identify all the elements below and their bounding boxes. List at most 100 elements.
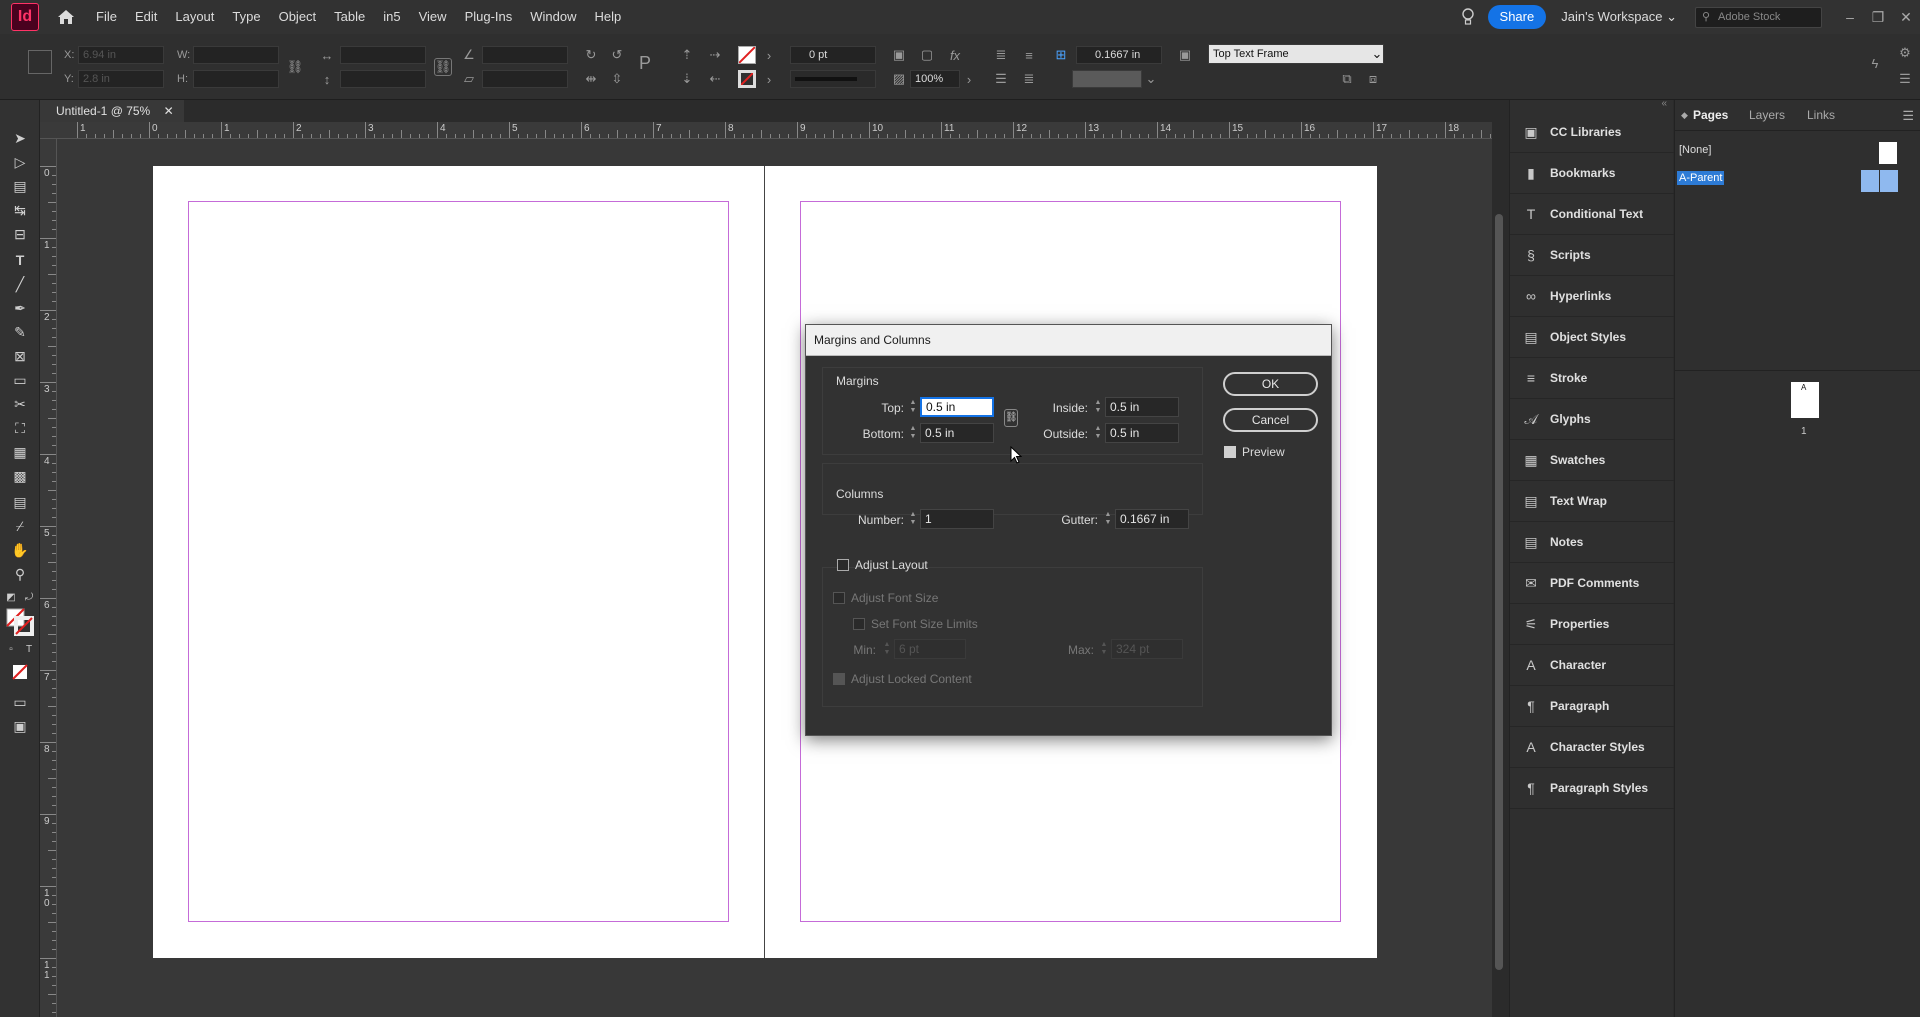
x-field[interactable]: 6.94 in (78, 46, 164, 64)
close-tab-icon[interactable]: ✕ (164, 104, 174, 118)
parent-a-thumb-right[interactable] (1880, 170, 1898, 192)
fill-menu-icon[interactable]: › (760, 46, 778, 64)
menu-file[interactable]: File (87, 0, 126, 34)
flip-horizontal-icon[interactable]: ⇹ (582, 70, 600, 88)
columns-fill-field[interactable] (1072, 70, 1142, 88)
formatting-text-icon[interactable]: T (22, 642, 36, 656)
top-field[interactable]: 0.5 in (920, 397, 994, 417)
selection-tool-icon[interactable]: ➤ (10, 128, 30, 148)
rectangle-frame-tool-icon[interactable]: ⊠ (10, 346, 30, 366)
tab-links[interactable]: Links (1807, 108, 1835, 122)
opacity-arrow-icon[interactable]: › (960, 70, 978, 88)
horizontal-ruler[interactable]: 1 0 1 2 3 4 5 6 7 8 9 10 11 12 13 14 15 16 17 18 (40, 122, 1492, 139)
text-frame-style-dropdown-icon[interactable]: ⌄ (1368, 45, 1386, 63)
adjust-locked-content-checkbox[interactable] (833, 673, 845, 685)
gradient-feather-tool-icon[interactable]: ▩ (10, 466, 30, 486)
menu-in5[interactable]: in5 (374, 0, 409, 34)
ok-button[interactable]: OK (1223, 372, 1318, 396)
app-logo[interactable]: Id (11, 3, 39, 31)
zoom-tool-icon[interactable]: ⚲ (10, 564, 30, 584)
vertical-ruler[interactable]: 0 1 2 3 4 5 6 7 8 9 1 0 1 1 (40, 139, 57, 1017)
scale-x-field[interactable] (340, 46, 426, 64)
lightning-icon[interactable]: ϟ (1866, 54, 1884, 72)
home-icon[interactable] (55, 6, 77, 28)
outside-spinner-arrows[interactable]: ▲ ▼ (1091, 423, 1105, 443)
free-transform-tool-icon[interactable]: ⛶ (10, 418, 30, 438)
hand-tool-icon[interactable]: ✋ (10, 540, 30, 560)
type-tool-icon[interactable]: T (10, 250, 30, 270)
gradient-swatch-tool-icon[interactable]: ▦ (10, 442, 30, 462)
reference-point-icon[interactable] (28, 50, 52, 74)
menu-type[interactable]: Type (223, 0, 269, 34)
pen-tool-icon[interactable]: ✒ (10, 298, 30, 318)
line-tool-icon[interactable]: ╱ (10, 274, 30, 294)
top-spinner-arrows[interactable]: ▲ ▼ (906, 397, 920, 417)
text-frame-icon[interactable]: P (636, 53, 654, 73)
panel-item-paragraph[interactable]: ¶ Paragraph (1510, 686, 1674, 727)
apply-none-icon[interactable] (10, 662, 30, 682)
align-top-icon[interactable]: ≣ (992, 46, 1010, 64)
gutter-dialog-field[interactable]: 0.1667 in (1115, 509, 1189, 529)
parent-none-thumb[interactable] (1879, 142, 1897, 164)
inside-spinner-arrows[interactable]: ▲ ▼ (1091, 397, 1105, 417)
eyedropper-tool-icon[interactable]: ⌿ (10, 516, 30, 536)
workspace-switcher[interactable]: Jain's Workspace ⌄ (1561, 9, 1677, 25)
menu-table[interactable]: Table (325, 0, 374, 34)
tab-pages[interactable]: Pages (1693, 108, 1728, 122)
panel-item-stroke[interactable]: ≡ Stroke (1510, 358, 1674, 399)
scale-y-icon[interactable]: ↕ (318, 70, 336, 88)
stroke-swatch-icon[interactable] (738, 70, 756, 88)
link-icon[interactable]: ⛓ (434, 58, 452, 76)
scale-x-icon[interactable]: ↔ (318, 46, 336, 64)
panel-item-glyphs[interactable]: 𝒜 Glyphs (1510, 399, 1674, 440)
direct-selection-tool-icon[interactable]: ▷ (10, 152, 30, 172)
panel-item-notes[interactable]: ▤ Notes (1510, 522, 1674, 563)
bottom-field[interactable]: 0.5 in (920, 423, 994, 443)
select-content-icon[interactable]: ⇣ (678, 70, 696, 88)
bottom-spinner-arrows[interactable]: ▲ ▼ (906, 423, 920, 443)
pencil-tool-icon[interactable]: ✎ (10, 322, 30, 342)
close-window-icon[interactable]: ✕ (1892, 9, 1920, 26)
stroke-menu-icon[interactable]: › (760, 70, 778, 88)
lightbulb-icon[interactable] (1458, 7, 1478, 27)
minimize-icon[interactable]: – (1836, 9, 1864, 25)
panel-item-object-styles[interactable]: ▤ Object Styles (1510, 317, 1674, 358)
page-1-thumbnail[interactable]: A (1791, 382, 1819, 418)
scroll-thumb[interactable] (1495, 214, 1503, 970)
auto-size-icon[interactable]: ▣ (1176, 46, 1194, 64)
parent-a-thumb-left[interactable] (1861, 170, 1879, 192)
rotate-field[interactable] (482, 46, 568, 64)
text-frame-style-select[interactable]: Top Text Frame (1208, 44, 1384, 64)
settings-gear-icon[interactable]: ⚙ (1896, 44, 1914, 62)
panel-item-properties[interactable]: ⚟ Properties (1510, 604, 1674, 645)
frame-fitting-icon[interactable]: ⧈ (1364, 70, 1382, 88)
parent-none-label[interactable]: [None] (1679, 144, 1711, 156)
gap-tool-icon[interactable]: ↹ (10, 200, 30, 220)
page-tool-icon[interactable]: ▤ (10, 176, 30, 196)
menu-layout[interactable]: Layout (166, 0, 223, 34)
select-prev-icon[interactable]: ⇠ (706, 70, 724, 88)
document-tab[interactable]: Untitled-1 @ 75% ✕ (40, 100, 184, 122)
collapse-dock-icon[interactable]: « (1661, 98, 1667, 109)
number-spinner-arrows[interactable]: ▲ ▼ (906, 509, 920, 529)
min-spinner-arrows[interactable]: ▲ ▼ (880, 639, 894, 659)
inside-field[interactable]: 0.5 in (1105, 397, 1179, 417)
flip-vertical-icon[interactable]: ⇳ (608, 70, 626, 88)
rotate-cw-icon[interactable]: ↻ (582, 46, 600, 64)
panel-item-bookmarks[interactable]: ▮ Bookmarks (1510, 153, 1674, 194)
h-field[interactable] (193, 70, 279, 88)
panel-item-swatches[interactable]: ▦ Swatches (1510, 440, 1674, 481)
share-button[interactable]: Share (1487, 5, 1547, 29)
preview-mode-icon[interactable]: ▣ (10, 716, 30, 736)
drop-shadow-icon[interactable]: ▢ (918, 46, 936, 64)
pages-panel-menu-icon[interactable]: ☰ (1902, 108, 1914, 124)
gutter-icon[interactable]: ⊞ (1052, 46, 1070, 64)
menu-window[interactable]: Window (521, 0, 585, 34)
scissors-tool-icon[interactable]: ✂ (10, 394, 30, 414)
panel-item-conditional-text[interactable]: T Conditional Text (1510, 194, 1674, 235)
vertical-scrollbar[interactable] (1492, 122, 1506, 1017)
shear-field[interactable] (482, 70, 568, 88)
menu-object[interactable]: Object (270, 0, 326, 34)
number-field[interactable]: 1 (920, 509, 994, 529)
tab-layers[interactable]: Layers (1749, 108, 1785, 122)
